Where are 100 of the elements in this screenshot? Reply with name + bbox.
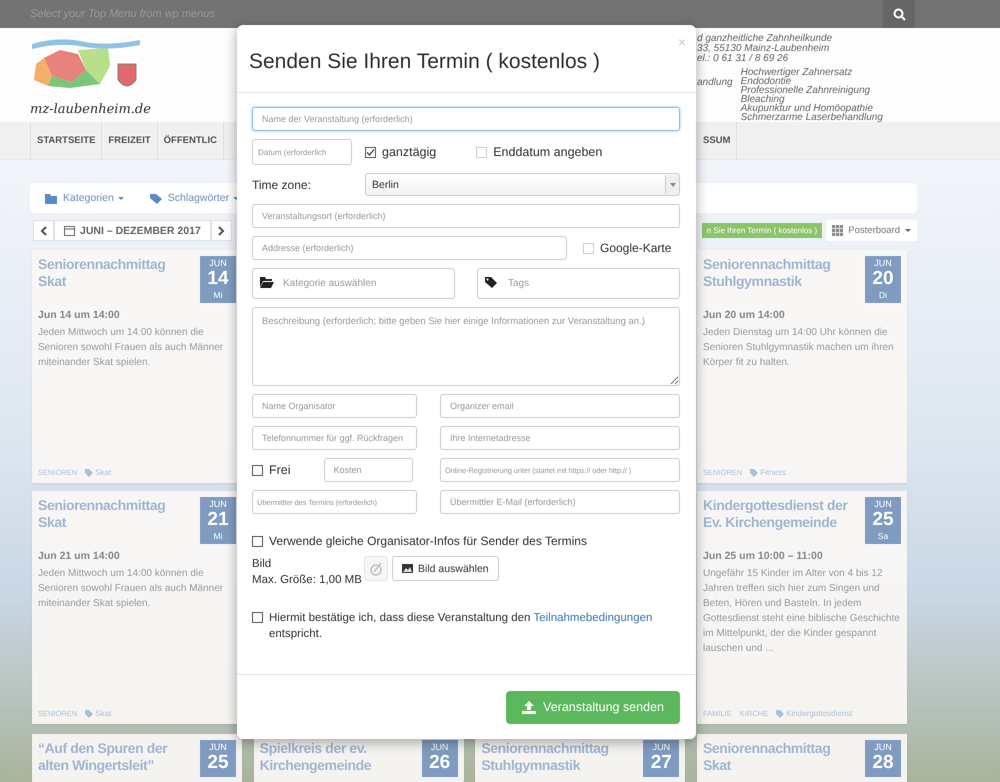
nav-item[interactable]: ÖFFENTLIC: [158, 122, 224, 159]
event-card[interactable]: [697, 491, 907, 724]
tag-icon: [85, 468, 94, 476]
event-title[interactable]: “Auf den Spuren der alten Wingertsleit”: [38, 740, 196, 774]
checkbox-label: Verwende gleiche Organisator-Infos für Sender des Termins: [269, 534, 587, 548]
description-field[interactable]: Beschreibung (erforderlich; bitte geben Sie hier einige Informationen zur Veranstaltung an.): [252, 307, 680, 386]
image-size-limit: Max. Größe: 1,00 MB: [252, 573, 363, 588]
image-icon: [402, 564, 413, 573]
checkbox[interactable]: [252, 464, 263, 476]
folder-icon: [260, 277, 274, 288]
folder-icon: [45, 192, 59, 204]
checkbox[interactable]: [252, 612, 263, 623]
search-button[interactable]: [883, 0, 915, 28]
event-card[interactable]: “Auf den Spuren der alten Wingertsleit” JUN 25: [32, 734, 242, 782]
checkbox-label: Google-Karte: [600, 241, 672, 255]
date-badge: JUN 20 Di: [865, 256, 901, 303]
event-title[interactable]: Seniorennachmittag Skat: [38, 497, 196, 531]
event-description: Jeden Mittwoch um 14:00 können die Senioren sowohl Frauen als auch Männer miteinander Skat spielen.: [38, 567, 224, 611]
ad-service: Endodontie: [740, 77, 792, 86]
date-badge: JUN 28: [864, 740, 901, 777]
event-time: Jun 21 um 14:00: [38, 550, 121, 562]
date-badge: JUN 25 Sa: [865, 497, 901, 544]
calendar-icon: [64, 225, 75, 236]
caret-icon: [670, 182, 676, 186]
event-title[interactable]: Seniorennachmittag Stuhlgymnastik: [703, 256, 861, 290]
image-label: Bild: [252, 557, 272, 572]
category-field[interactable]: Kategorie auswählen: [252, 268, 455, 299]
checkbox-label: Frei: [269, 463, 291, 477]
view-dropdown[interactable]: Posterboard: [826, 220, 917, 241]
caret-icon: [905, 229, 911, 232]
ad-text: el.: 0 61 31 / 8 69 26: [697, 54, 790, 64]
date-badge: JUN 27: [643, 740, 680, 777]
event-title[interactable]: Spielkreis der ev. Kirchengemeinde: [260, 740, 418, 774]
date-badge: JUN 26: [422, 740, 458, 777]
submit-event-button[interactable]: n Sie Ihren Termin ( kostenlos ): [702, 223, 822, 238]
address-field[interactable]: Addresse (erforderlich): [252, 236, 567, 260]
tag-link[interactable]: Fitness: [750, 468, 786, 477]
checkbox[interactable]: [365, 146, 376, 158]
tag-link[interactable]: Skat: [85, 468, 112, 477]
website-field[interactable]: Ihre Internetadresse: [440, 426, 680, 450]
nav-item[interactable]: FREIZEIT: [102, 122, 158, 159]
cost-field[interactable]: Kosten: [324, 458, 413, 482]
ad-text: andlung: [697, 78, 733, 88]
send-event-button[interactable]: Veranstaltung senden: [506, 690, 680, 724]
ad-service: Schmerzarme Laserbehandlung: [740, 113, 883, 122]
timezone-select[interactable]: Berlin: [365, 173, 680, 196]
date-badge: JUN 14 Mi: [200, 256, 236, 303]
event-name-field[interactable]: Name der Veranstaltung (erforderlich): [252, 107, 680, 131]
ad-service: Akupunktur und Homöopathie: [740, 104, 873, 113]
tag-link[interactable]: Skat: [85, 709, 112, 718]
event-description: Jeden Dienstag um 14:00 Uhr können die Senioren Stuhlgymnastik machen um ihren Körper fit zu halten.: [703, 326, 895, 370]
ad-text: 33, 55130 Mainz-Laubenheim: [697, 44, 830, 54]
checkbox-label: Enddatum angeben: [493, 145, 602, 159]
event-card[interactable]: Seniorennachmittag Skat JUN 28: [696, 734, 907, 782]
tag-link[interactable]: Kindergottesdienst: [776, 709, 852, 718]
organizer-name-field[interactable]: Name Organisator: [252, 394, 417, 418]
date-range-button[interactable]: JUNI – DEZEMBER 2017: [54, 220, 211, 241]
date-badge: JUN 25: [200, 740, 236, 777]
tag-icon: [85, 710, 94, 718]
phone-field[interactable]: Telefonnummer für ggf. Rückfragen: [252, 426, 417, 450]
event-title[interactable]: Seniorennachmittag Stuhlgymnastik: [481, 740, 640, 774]
event-title[interactable]: Kindergottesdienst der Ev. Kirchengemeinde: [703, 497, 861, 531]
choose-image-button[interactable]: Bild auswählen: [392, 556, 499, 581]
dialog-title: Senden Sie Ihren Termin ( kostenlos ): [249, 50, 600, 74]
date-badge: JUN 21 Mi: [200, 497, 236, 544]
event-time: Jun 25 um 10:00 – 11:00: [703, 550, 824, 562]
search-icon: [892, 8, 906, 20]
ad-service: Hochwertiger Zahnersatz: [740, 68, 854, 77]
checkbox-label: ganztägig: [382, 145, 436, 159]
event-title[interactable]: Seniorennachmittag Skat: [702, 740, 861, 774]
reset-icon: [369, 562, 383, 576]
ad-service: Bleaching: [740, 95, 785, 104]
grid-icon: [832, 225, 844, 236]
checkbox[interactable]: [252, 536, 263, 546]
chevron-right-icon: [218, 226, 225, 236]
event-time: Jun 14 um 14:00: [38, 309, 121, 321]
nav-item[interactable]: SSUM: [697, 122, 738, 159]
terms-link[interactable]: Teilnahmebedingungen: [533, 612, 652, 624]
tags-field[interactable]: Tags: [477, 268, 680, 299]
close-button[interactable]: ×: [678, 35, 686, 49]
organizer-email-field[interactable]: Organizer email: [440, 394, 680, 418]
logo-text[interactable]: mz-laubenheim.de: [30, 102, 151, 117]
date-field[interactable]: Datum (erforderlich: [252, 139, 352, 165]
categories-dropdown[interactable]: Kategorien: [45, 192, 124, 204]
submitter-email-field[interactable]: Übermittler E-Mail (erforderlich): [440, 490, 680, 514]
chevron-left-icon: [40, 226, 47, 236]
ad-text: d ganzheitliche Zahnheilkunde: [697, 34, 834, 44]
next-button[interactable]: [210, 220, 232, 241]
previous-button[interactable]: [33, 220, 54, 241]
event-title[interactable]: Seniorennachmittag Skat: [38, 256, 196, 290]
tag-icon: [150, 192, 164, 204]
venue-field[interactable]: Veranstaltungsort (erforderlich): [252, 204, 680, 228]
event-description: Jeden Mittwoch um 14:00 können die Senioren sowohl Frauen als auch Männer miteinander Skat spielen.: [38, 326, 224, 370]
nav-item[interactable]: STARTSEITE: [30, 122, 102, 159]
timezone-label: Time zone:: [252, 178, 312, 192]
caret-icon: [118, 196, 124, 200]
event-description: Ungefähr 15 Kinder im Alter von 4 bis 12 Jahren treffen sich hier zum Singen und Beten, Hören und Basteln. In jedem Gottesdienst steht eine biblische Geschichte im Mittelpunkt, der die Kinder gespannt lauschen und ...: [703, 567, 901, 656]
ad-service: Professionelle Zahnreinigung: [740, 86, 872, 95]
tag-icon: [776, 710, 784, 718]
terms-text: Hiermit bestätige ich, dass diese Veranstaltung den Teilnahmebedingungen entspricht.: [269, 611, 654, 642]
